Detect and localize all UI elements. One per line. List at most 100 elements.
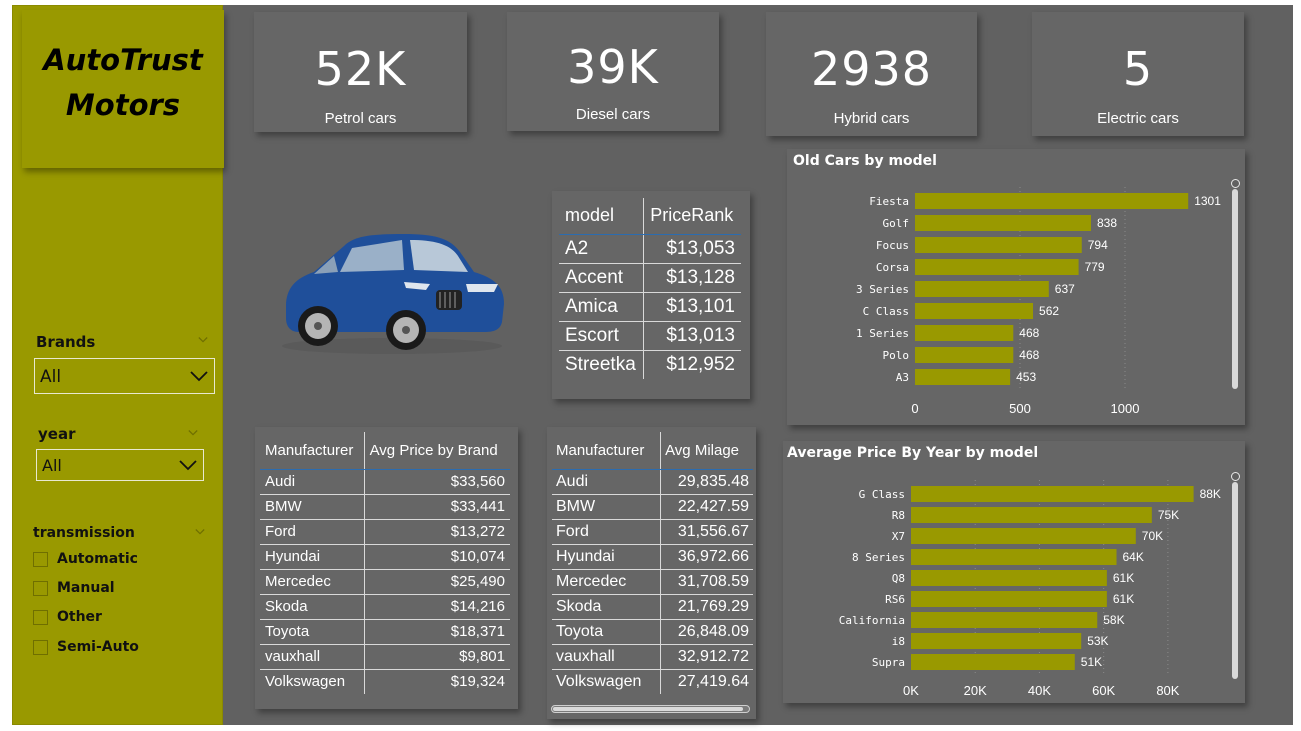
checkbox[interactable] bbox=[33, 551, 48, 567]
checkbox[interactable] bbox=[33, 639, 48, 655]
kpi-card-petrol: 52K Petrol cars bbox=[254, 12, 467, 132]
table-row[interactable]: Skoda $14,216 bbox=[260, 593, 510, 619]
option-label: Manual bbox=[57, 580, 115, 596]
data-label: 468 bbox=[1019, 348, 1039, 362]
avg-price-by-brand-panel: Manufacturer Avg Price by Brand Audi $33,… bbox=[255, 427, 518, 709]
column-header-pricerank[interactable]: PriceRank bbox=[643, 198, 741, 235]
table-row[interactable]: Mercedec $25,490 bbox=[260, 568, 510, 594]
category-label: Fiesta bbox=[869, 195, 909, 208]
table-row[interactable]: BMW $33,441 bbox=[260, 493, 510, 519]
table-row[interactable]: Hyundai $10,074 bbox=[260, 543, 510, 569]
tick-label: 0K bbox=[903, 683, 919, 698]
bar[interactable] bbox=[915, 237, 1082, 253]
bar[interactable] bbox=[915, 347, 1014, 363]
bar[interactable] bbox=[911, 570, 1107, 586]
transmission-option-semi-auto[interactable]: Semi-Auto bbox=[33, 637, 139, 657]
bar[interactable] bbox=[911, 528, 1136, 544]
bar[interactable] bbox=[915, 369, 1011, 385]
bar[interactable] bbox=[911, 507, 1152, 523]
table-row[interactable]: Hyundai 36,972.66 bbox=[552, 543, 753, 569]
tick-label: 20K bbox=[964, 683, 987, 698]
old-cars-bar-chart: Fiesta 1301 Golf 838 Focus 794 Corsa 779 3 Serie… bbox=[856, 187, 1221, 416]
transmission-option-automatic[interactable]: Automatic bbox=[33, 549, 138, 569]
table-row[interactable]: Streetka $12,952 bbox=[559, 349, 741, 379]
cell-model: Accent bbox=[559, 262, 644, 292]
bar[interactable] bbox=[915, 193, 1189, 209]
transmission-option-manual[interactable]: Manual bbox=[33, 578, 115, 598]
brands-dropdown[interactable]: All bbox=[34, 358, 215, 394]
table-row[interactable]: BMW 22,427.59 bbox=[552, 493, 753, 519]
checkbox[interactable] bbox=[33, 580, 48, 596]
table-row[interactable]: vauxhall $9,801 bbox=[260, 643, 510, 669]
chevron-down-icon[interactable] bbox=[195, 527, 205, 537]
table-row[interactable]: Toyota $18,371 bbox=[260, 618, 510, 644]
bar[interactable] bbox=[911, 591, 1107, 607]
vertical-scrollbar[interactable] bbox=[1232, 482, 1238, 679]
table-row[interactable]: Audi 29,835.48 bbox=[552, 468, 753, 494]
category-label: Golf bbox=[883, 217, 910, 230]
kpi-value: 39K bbox=[567, 40, 659, 94]
data-label: 70K bbox=[1142, 529, 1163, 543]
table-row[interactable]: Ford $13,272 bbox=[260, 518, 510, 544]
table-row[interactable]: Amica $13,101 bbox=[559, 291, 741, 321]
bar[interactable] bbox=[911, 654, 1075, 670]
cell-value: 31,708.59 bbox=[660, 568, 753, 594]
bar[interactable] bbox=[911, 612, 1098, 628]
transmission-option-other[interactable]: Other bbox=[33, 607, 102, 627]
old-cars-chart-panel: Old Cars by model Fiesta 1301 Golf 838 Focus… bbox=[787, 149, 1245, 425]
chevron-down-icon[interactable] bbox=[198, 335, 208, 345]
vertical-scrollbar[interactable] bbox=[1232, 189, 1238, 389]
category-label: 8 Series bbox=[852, 551, 905, 564]
table-row[interactable]: Volkswagen $19,324 bbox=[260, 668, 510, 694]
cell-value: $14,216 bbox=[363, 593, 510, 619]
kpi-value: 2938 bbox=[810, 42, 933, 96]
table-row[interactable]: Ford 31,556.67 bbox=[552, 518, 753, 544]
cell-manufacturer: Ford bbox=[260, 518, 365, 544]
cell-manufacturer: Ford bbox=[552, 518, 661, 544]
table-row[interactable]: Volkswagen 27,419.64 bbox=[552, 668, 753, 694]
bar[interactable] bbox=[911, 633, 1082, 649]
option-label: Other bbox=[57, 609, 102, 625]
data-label: 1301 bbox=[1194, 194, 1221, 208]
bar[interactable] bbox=[915, 325, 1014, 341]
year-slicer-title: year bbox=[38, 425, 76, 443]
cell-value: $10,074 bbox=[363, 543, 510, 569]
table-row[interactable]: Mercedec 31,708.59 bbox=[552, 568, 753, 594]
category-label: R8 bbox=[892, 509, 905, 522]
bar[interactable] bbox=[911, 549, 1117, 565]
checkbox[interactable] bbox=[33, 609, 48, 625]
scroll-top-icon[interactable] bbox=[1231, 179, 1240, 188]
chevron-down-icon[interactable] bbox=[188, 428, 198, 438]
tick-label: 0 bbox=[911, 401, 918, 416]
table-row[interactable]: Skoda 21,769.29 bbox=[552, 593, 753, 619]
category-label: RS6 bbox=[885, 593, 905, 606]
table-row[interactable]: vauxhall 32,912.72 bbox=[552, 643, 753, 669]
column-header-model[interactable]: model bbox=[559, 198, 644, 235]
bar[interactable] bbox=[915, 303, 1034, 319]
cell-model: A2 bbox=[559, 233, 644, 263]
year-dropdown[interactable]: All bbox=[36, 449, 204, 481]
column-header-avg-milage[interactable]: Avg Milage bbox=[660, 432, 753, 470]
bar[interactable] bbox=[915, 259, 1079, 275]
bar[interactable] bbox=[915, 215, 1091, 231]
option-label: Semi-Auto bbox=[57, 639, 139, 655]
price-rank-table-panel: model PriceRank A2 $13,053 Accent $13,128 … bbox=[552, 191, 750, 399]
table-row[interactable]: Audi $33,560 bbox=[260, 468, 510, 494]
kpi-label: Diesel cars bbox=[575, 106, 651, 123]
cell-manufacturer: BMW bbox=[552, 493, 661, 519]
bar[interactable] bbox=[915, 281, 1049, 297]
column-header-manufacturer[interactable]: Manufacturer bbox=[260, 432, 365, 470]
table-row[interactable]: Toyota 26,848.09 bbox=[552, 618, 753, 644]
scrollbar-thumb[interactable] bbox=[553, 707, 743, 711]
table-row[interactable]: A2 $13,053 bbox=[559, 233, 741, 263]
tick-label: 500 bbox=[1009, 401, 1031, 416]
bar[interactable] bbox=[911, 486, 1194, 502]
scroll-top-icon[interactable] bbox=[1231, 472, 1240, 481]
kpi-label: Electric cars bbox=[1097, 110, 1179, 127]
kpi-label: Hybrid cars bbox=[833, 110, 910, 127]
horizontal-scrollbar[interactable] bbox=[551, 705, 750, 713]
column-header-manufacturer[interactable]: Manufacturer bbox=[552, 432, 661, 470]
table-row[interactable]: Accent $13,128 bbox=[559, 262, 741, 292]
column-header-avg-price[interactable]: Avg Price by Brand bbox=[363, 432, 510, 470]
table-row[interactable]: Escort $13,013 bbox=[559, 320, 741, 350]
